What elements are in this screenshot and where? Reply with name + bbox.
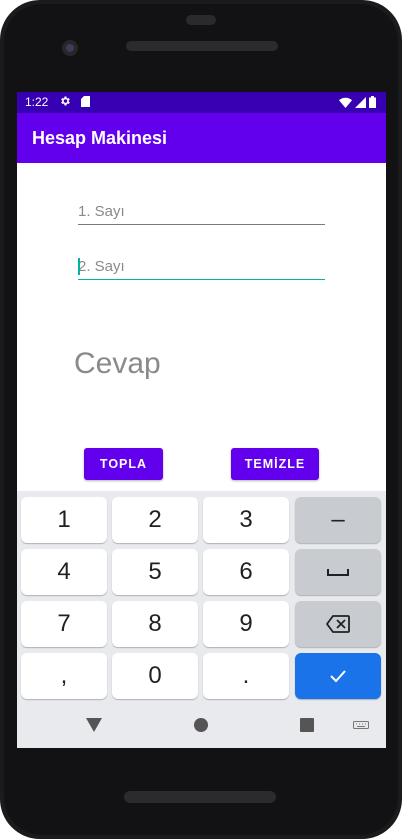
key-comma[interactable]: , bbox=[21, 653, 107, 699]
bottom-speaker-grille bbox=[124, 791, 276, 803]
key-period[interactable]: . bbox=[203, 653, 289, 699]
key-7[interactable]: 7 bbox=[21, 601, 107, 647]
key-1[interactable]: 1 bbox=[21, 497, 107, 543]
check-icon bbox=[330, 670, 346, 683]
app-bar: Hesap Makinesi bbox=[17, 113, 386, 163]
recents-icon[interactable] bbox=[300, 718, 314, 732]
status-bar: 1:22 bbox=[17, 92, 386, 113]
wifi-icon bbox=[339, 97, 352, 108]
numeric-keyboard: 1 2 3 – 4 5 6 7 8 9 , 0 . bbox=[17, 491, 386, 702]
key-6[interactable]: 6 bbox=[203, 549, 289, 595]
clear-button[interactable]: TEMİZLE bbox=[231, 448, 319, 480]
earpiece-grille bbox=[126, 41, 278, 51]
phone-frame: 1:22 Hesap Makinesi 1. Sayı 2. Sayı Ceva… bbox=[0, 0, 402, 839]
key-0[interactable]: 0 bbox=[112, 653, 198, 699]
navigation-bar bbox=[17, 702, 386, 748]
signal-icon bbox=[355, 96, 366, 108]
answer-text: Cevap bbox=[74, 347, 161, 380]
top-speaker bbox=[186, 15, 216, 25]
second-number-underline bbox=[78, 278, 325, 280]
first-number-input[interactable] bbox=[78, 199, 325, 223]
settings-icon bbox=[61, 96, 70, 106]
key-5[interactable]: 5 bbox=[112, 549, 198, 595]
home-icon[interactable] bbox=[194, 718, 208, 732]
key-4[interactable]: 4 bbox=[21, 549, 107, 595]
screen: 1:22 Hesap Makinesi 1. Sayı 2. Sayı Ceva… bbox=[17, 92, 386, 748]
key-done[interactable] bbox=[295, 653, 381, 699]
status-time: 1:22 bbox=[25, 95, 49, 109]
sd-card-icon bbox=[81, 96, 90, 107]
key-8[interactable]: 8 bbox=[112, 601, 198, 647]
key-backspace[interactable] bbox=[295, 601, 381, 647]
first-number-underline bbox=[78, 224, 325, 225]
key-minus[interactable]: – bbox=[295, 497, 381, 543]
app-title: Hesap Makinesi bbox=[32, 128, 168, 148]
text-cursor bbox=[78, 258, 80, 275]
key-2[interactable]: 2 bbox=[112, 497, 198, 543]
back-icon[interactable] bbox=[86, 718, 102, 732]
first-number-field[interactable] bbox=[78, 199, 325, 225]
second-number-field[interactable] bbox=[78, 254, 325, 280]
backspace-icon bbox=[326, 615, 350, 633]
key-3[interactable]: 3 bbox=[203, 497, 289, 543]
key-9[interactable]: 9 bbox=[203, 601, 289, 647]
space-icon bbox=[327, 569, 349, 576]
status-icons bbox=[339, 96, 376, 108]
keyboard-switch-icon[interactable] bbox=[353, 721, 369, 731]
second-number-input[interactable] bbox=[78, 254, 325, 278]
battery-icon bbox=[369, 96, 376, 108]
key-space[interactable] bbox=[295, 549, 381, 595]
add-button[interactable]: TOPLA bbox=[84, 448, 163, 480]
front-camera bbox=[62, 40, 78, 56]
